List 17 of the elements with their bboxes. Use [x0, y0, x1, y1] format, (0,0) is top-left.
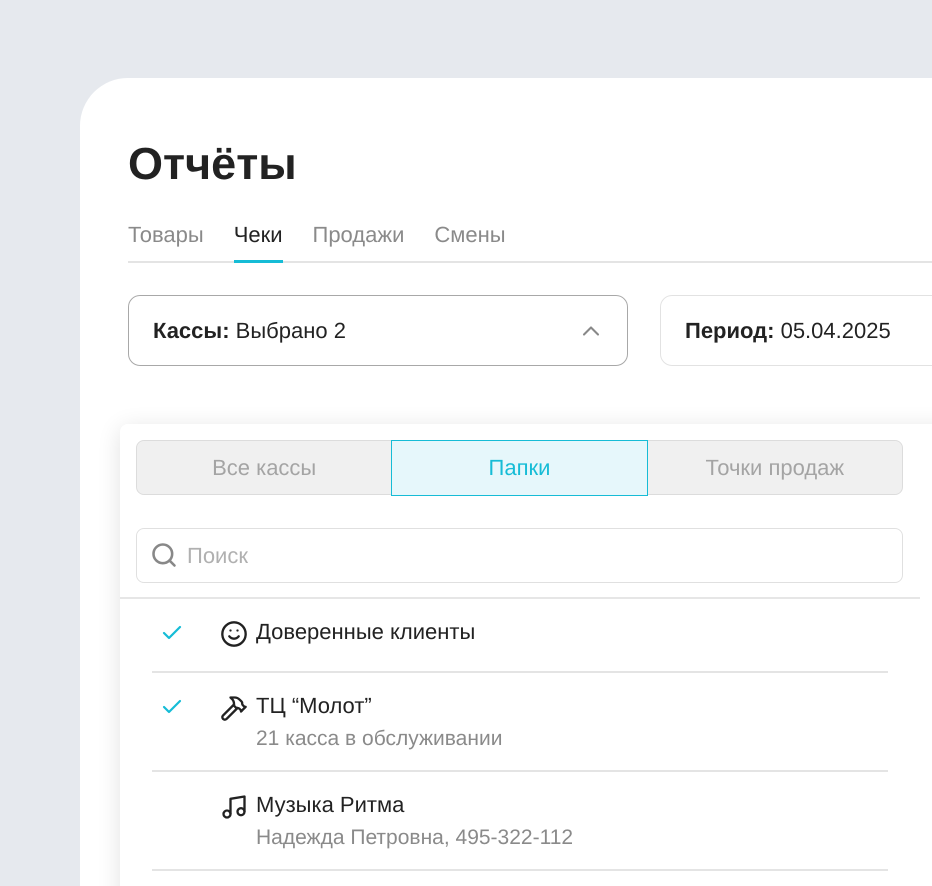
tab[interactable]: Чеки [234, 222, 282, 263]
filter-select[interactable]: Кассы: Выбрано 2 [128, 295, 628, 366]
item-title: ТЦ “Молот” [256, 693, 373, 719]
item-subtitle: Надежда Петровна, 495-322-112 [256, 826, 574, 850]
search-icon [150, 541, 178, 569]
hammer-icon [220, 694, 248, 722]
music-notes-icon [220, 793, 248, 821]
folder-list-item[interactable]: Музыка Ритма Надежда Петровна, 495-322-112 [152, 772, 888, 871]
smiley-icon [220, 620, 248, 648]
filter-select[interactable]: Период: 05.04.2025 [660, 295, 932, 366]
folder-list-item[interactable]: Доверенные клиенты [152, 599, 888, 673]
item-title: Доверенные клиенты [256, 619, 476, 645]
page-title: Отчёты [128, 137, 297, 191]
item-title: Музыка Ритма [256, 792, 406, 818]
search-field[interactable]: Поиск [136, 528, 903, 583]
folder-list-item[interactable]: ТЦ “Молот” 21 касса в обслуживании [152, 673, 888, 772]
item-subtitle: 21 касса в обслуживании [256, 727, 502, 751]
